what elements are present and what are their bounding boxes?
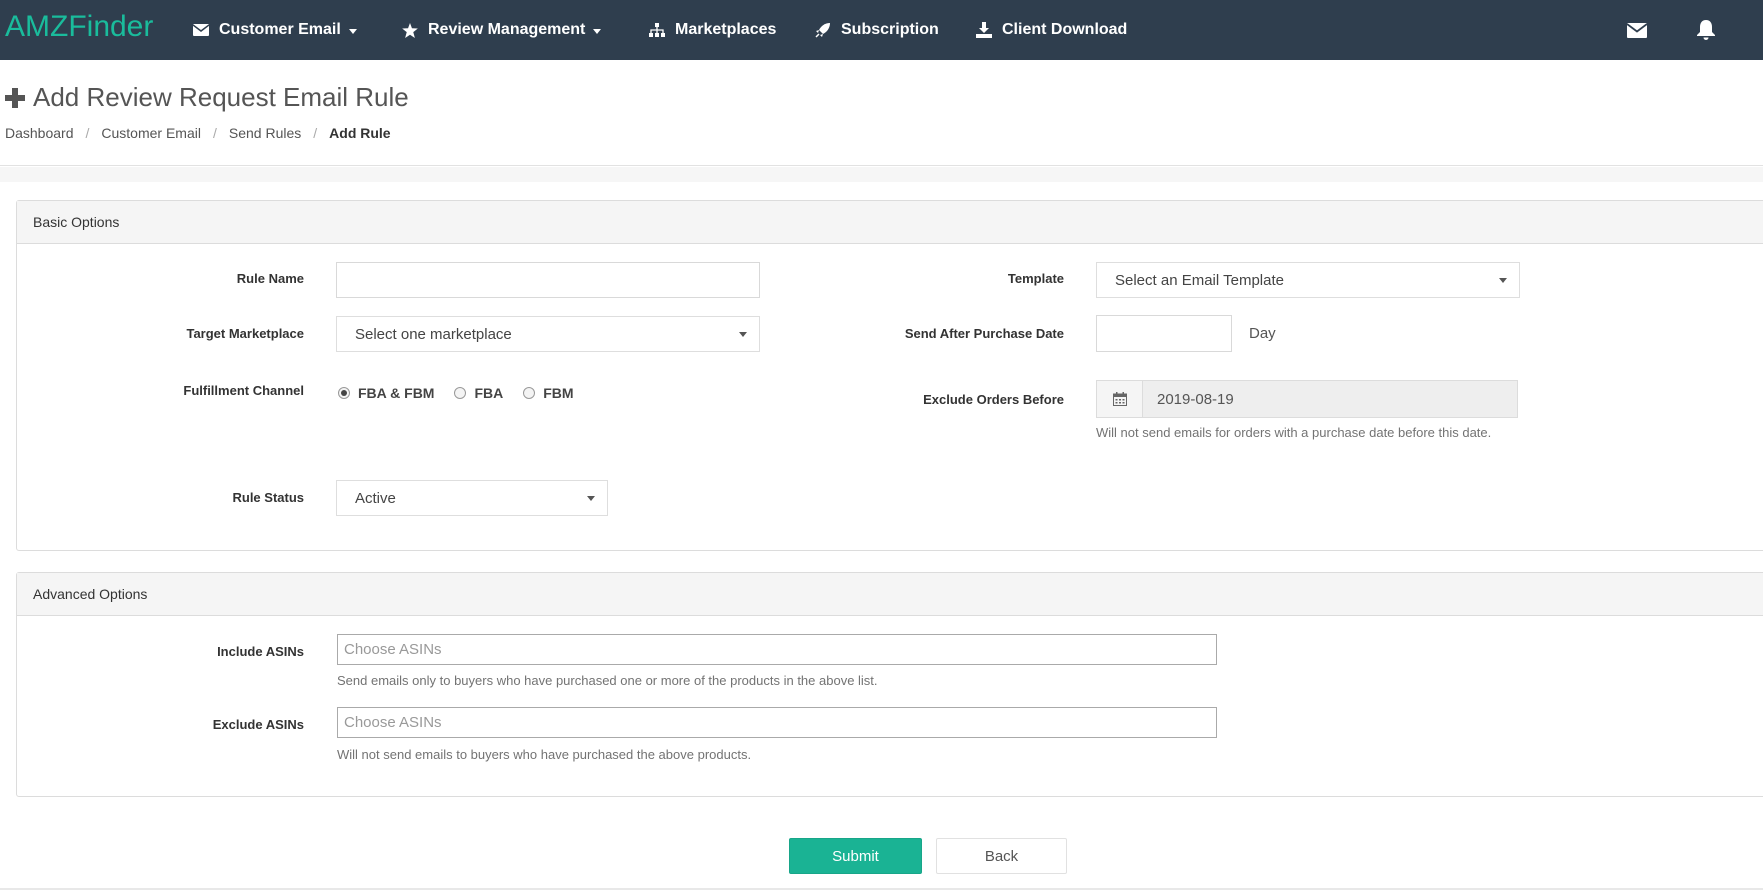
nav-marketplaces[interactable]: Marketplaces — [649, 0, 776, 60]
basic-options-heading: Basic Options — [17, 201, 1763, 244]
exclude-before-date-field: 2019-08-19 — [1096, 380, 1518, 418]
breadcrumb-add-rule: Add Rule — [329, 125, 391, 141]
radio-fbm-indicator — [523, 387, 536, 399]
breadcrumb-send-rules[interactable]: Send Rules — [229, 125, 301, 141]
envelope-icon — [193, 24, 209, 36]
page-title: Add Review Request Email Rule — [5, 82, 409, 113]
target-marketplace-select[interactable]: Select one marketplace — [336, 316, 760, 352]
messages-button[interactable] — [1627, 0, 1647, 60]
rule-name-input[interactable] — [336, 262, 760, 298]
star-icon — [402, 22, 418, 38]
target-marketplace-label: Target Marketplace — [186, 326, 304, 341]
template-value: Select an Email Template — [1115, 271, 1284, 289]
breadcrumb-separator: / — [212, 125, 217, 141]
radio-fba-fbm[interactable]: FBA & FBM — [338, 385, 434, 401]
send-after-days-input[interactable] — [1096, 315, 1232, 352]
breadcrumb-customer-email[interactable]: Customer Email — [101, 125, 201, 141]
nav-client-download[interactable]: Client Download — [976, 0, 1127, 60]
send-after-label: Send After Purchase Date — [904, 326, 1064, 341]
chevron-down-icon — [1499, 278, 1507, 283]
chevron-down-icon — [587, 496, 595, 501]
include-asins-label: Include ASINs — [217, 644, 304, 659]
brand-logo[interactable]: AMZFinder — [5, 10, 153, 44]
rocket-icon — [815, 23, 830, 38]
exclude-before-label: Exclude Orders Before — [923, 392, 1064, 407]
nav-customer-email[interactable]: Customer Email — [193, 0, 357, 60]
nav-marketplaces-label: Marketplaces — [675, 21, 777, 38]
radio-fba[interactable]: FBA — [454, 385, 503, 401]
exclude-asins-help: Will not send emails to buyers who have … — [337, 747, 752, 762]
template-select[interactable]: Select an Email Template — [1096, 262, 1520, 298]
template-label: Template — [1007, 271, 1064, 286]
breadcrumb: Dashboard / Customer Email / Send Rules … — [5, 125, 391, 141]
advanced-options-heading: Advanced Options — [17, 573, 1763, 616]
nav-review-management-label: Review Management — [428, 21, 586, 38]
breadcrumb-separator: / — [85, 125, 90, 141]
exclude-before-help: Will not send emails for orders with a p… — [1096, 425, 1492, 440]
top-navbar: AMZFinder Customer Email Review Manageme… — [0, 0, 1763, 60]
download-icon — [976, 22, 992, 38]
envelope-icon — [1627, 22, 1647, 38]
content-divider — [0, 167, 1763, 182]
back-button[interactable]: Back — [936, 838, 1067, 874]
chevron-down-icon — [348, 28, 357, 34]
rule-status-select[interactable]: Active — [336, 480, 608, 516]
plus-icon — [5, 87, 25, 108]
send-after-unit: Day — [1249, 325, 1276, 342]
fulfillment-channel-radios: FBA & FBM FBA FBM — [338, 385, 594, 401]
rule-name-label: Rule Name — [236, 271, 304, 286]
include-asins-input[interactable] — [337, 634, 1217, 665]
page-title-text: Add Review Request Email Rule — [33, 82, 409, 112]
radio-fba-fbm-label: FBA & FBM — [358, 385, 435, 401]
nav-review-management[interactable]: Review Management — [402, 0, 602, 60]
exclude-asins-label: Exclude ASINs — [212, 717, 304, 732]
nav-subscription-label: Subscription — [841, 21, 939, 38]
radio-fbm-label: FBM — [543, 385, 574, 401]
radio-fba-indicator — [454, 387, 467, 399]
include-asins-help: Send emails only to buyers who have purc… — [337, 673, 878, 688]
radio-fbm[interactable]: FBM — [523, 385, 574, 401]
chevron-down-icon — [739, 332, 747, 337]
radio-fba-fbm-indicator — [338, 387, 350, 399]
exclude-before-date-value: 2019-08-19 — [1143, 381, 1517, 417]
nav-customer-email-label: Customer Email — [219, 21, 341, 38]
page-header: Add Review Request Email Rule Dashboard … — [0, 60, 1763, 166]
breadcrumb-separator: / — [313, 125, 318, 141]
target-marketplace-value: Select one marketplace — [355, 325, 512, 343]
nav-client-download-label: Client Download — [1002, 21, 1128, 38]
rule-status-label: Rule Status — [232, 490, 304, 505]
radio-fba-label: FBA — [474, 385, 504, 401]
bell-icon — [1697, 20, 1715, 40]
sitemap-icon — [649, 23, 665, 37]
calendar-icon — [1112, 392, 1127, 406]
fulfillment-channel-label: Fulfillment Channel — [183, 383, 304, 398]
rule-status-value: Active — [355, 489, 396, 507]
notifications-button[interactable] — [1697, 0, 1715, 60]
nav-subscription[interactable]: Subscription — [815, 0, 939, 60]
breadcrumb-dashboard[interactable]: Dashboard — [5, 125, 74, 141]
exclude-asins-input[interactable] — [337, 707, 1217, 738]
submit-button[interactable]: Submit — [789, 838, 922, 874]
chevron-down-icon — [593, 28, 602, 34]
date-picker-button[interactable] — [1097, 381, 1143, 417]
